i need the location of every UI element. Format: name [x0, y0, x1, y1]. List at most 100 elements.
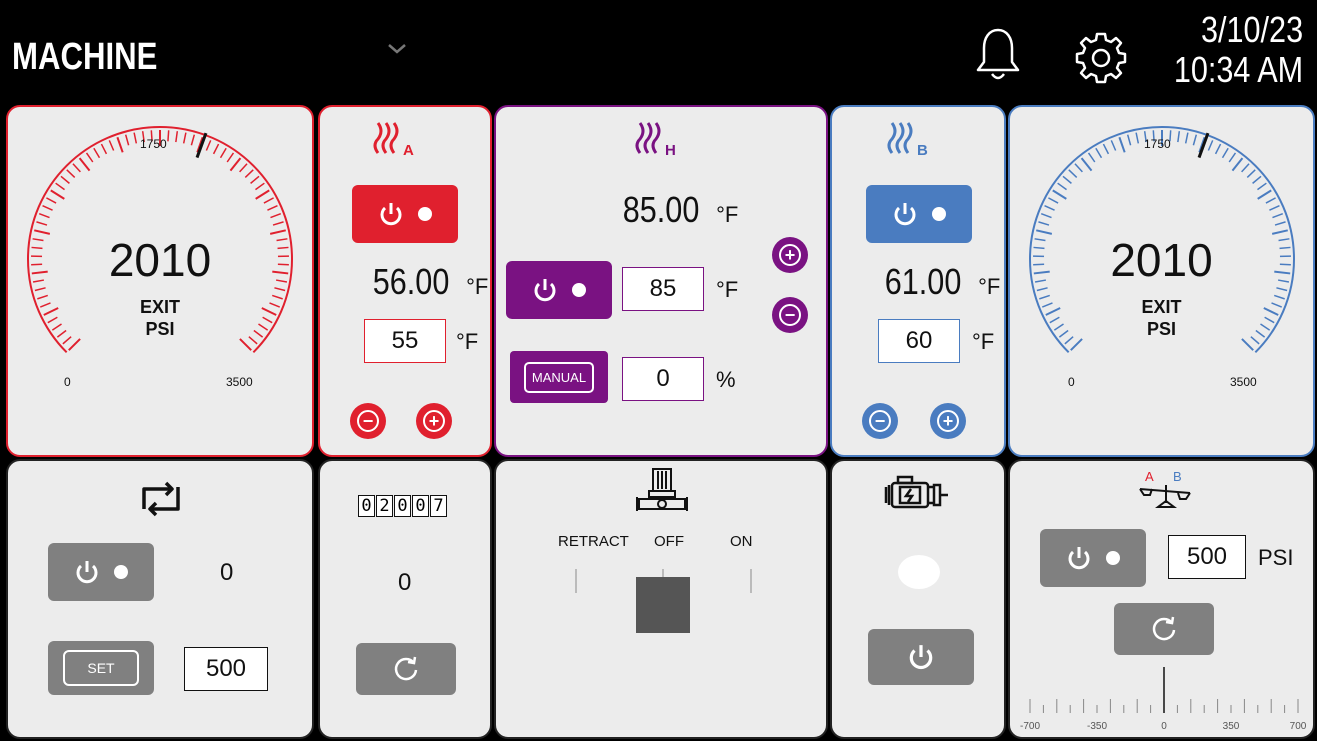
- motor-power-button[interactable]: [868, 629, 974, 685]
- power-icon: [909, 645, 933, 669]
- gauge-b-mid: 1750: [1144, 137, 1171, 151]
- heater-a-setpoint-input[interactable]: 55: [364, 319, 446, 363]
- recirc-power-button[interactable]: [48, 543, 154, 601]
- recirc-set-button[interactable]: SET: [48, 641, 154, 695]
- pump-selector-switch[interactable]: [636, 577, 690, 633]
- heater-a-decrease-button[interactable]: −: [350, 403, 386, 439]
- plus-icon: +: [779, 244, 801, 266]
- counter-card: 0 2 0 0 7 0: [318, 459, 492, 739]
- heater-a-setpoint-unit: °F: [456, 329, 479, 354]
- heater-a-power-button[interactable]: [352, 185, 458, 243]
- heater-h-temp: 85.00 °F: [616, 189, 739, 231]
- gauge-tick: [239, 163, 248, 173]
- heater-h-decrease-button[interactable]: −: [772, 297, 808, 333]
- balance-setpoint-input[interactable]: 500: [1168, 535, 1246, 579]
- status-indicator: [572, 283, 586, 297]
- gauge-a-label-psi: PSI: [145, 319, 175, 339]
- gauge-tick: [1228, 152, 1237, 163]
- datetime: 3/10/23 10:34 AM: [1174, 10, 1303, 90]
- gauge-tick: [1062, 175, 1072, 184]
- gauge-tick: [270, 212, 282, 219]
- gauge-tick: [1040, 212, 1052, 219]
- balance-reset-button[interactable]: [1114, 603, 1214, 655]
- counter-value: 0: [398, 569, 412, 596]
- motor-status-indicator: [898, 555, 940, 589]
- manual-percent-unit: %: [716, 367, 736, 392]
- pump-tick-retract: [575, 569, 577, 593]
- gauge-tick: [1257, 182, 1267, 191]
- power-icon: [76, 561, 98, 584]
- scale-label: 700: [1290, 721, 1307, 732]
- manual-percent-input[interactable]: 0: [622, 357, 704, 401]
- gauge-tick: [93, 147, 101, 159]
- gauge-b-label-exit: EXIT: [1141, 297, 1182, 317]
- scale-label: 350: [1223, 721, 1240, 732]
- gauge-tick: [255, 182, 265, 191]
- heater-h-icon: H: [635, 122, 676, 159]
- gauge-b-value: 2010: [1110, 234, 1213, 286]
- gauge-tick: [68, 338, 81, 351]
- gauge-tick: [1080, 157, 1093, 172]
- heater-h-increase-button[interactable]: +: [772, 237, 808, 273]
- gauge-tick: [1252, 175, 1262, 184]
- gauge-tick: [1272, 212, 1284, 219]
- gauge-tick: [1118, 136, 1126, 153]
- heater-h-setpoint-unit: °F: [716, 277, 739, 302]
- gauge-tick: [66, 169, 76, 178]
- gauge-needle: [195, 132, 208, 159]
- heater-h-card: H 85.00 °F 85 °F + − MANUAL 0 %: [494, 105, 828, 457]
- manual-mode-button[interactable]: MANUAL: [510, 351, 608, 403]
- gauge-tick: [274, 287, 286, 292]
- gauge-tick: [38, 212, 50, 219]
- heater-h-setpoint-input[interactable]: 85: [622, 267, 704, 311]
- machine-title[interactable]: MACHINE: [12, 36, 157, 79]
- gauge-tick: [1110, 140, 1117, 151]
- gauge-tick: [1052, 189, 1067, 200]
- pressure-balance-scale: -700 -350 0 350 700: [1020, 667, 1307, 732]
- gauge-needle: [1197, 132, 1210, 159]
- heater-h-subscript: H: [665, 142, 676, 159]
- odometer-display: 0 2 0 0 7: [358, 495, 448, 517]
- heater-b-setpoint-input[interactable]: 60: [878, 319, 960, 363]
- heater-h-power-button[interactable]: [506, 261, 612, 319]
- gauge-tick: [85, 152, 94, 163]
- gauge-tick: [1241, 163, 1250, 173]
- gauge-tick: [182, 132, 187, 144]
- gauge-a-card: 2010 EXIT PSI 0 1750 3500: [6, 105, 314, 457]
- heater-a-temp-unit: °F: [466, 274, 489, 299]
- heater-b-power-button[interactable]: [866, 185, 972, 243]
- heater-b-decrease-button[interactable]: −: [862, 403, 898, 439]
- heater-a-increase-button[interactable]: +: [416, 403, 452, 439]
- time-text: 10:34 AM: [1173, 49, 1303, 90]
- gauge-a-value: 2010: [108, 234, 212, 286]
- balance-power-button[interactable]: [1040, 529, 1146, 587]
- gauge-tick: [124, 134, 130, 146]
- chevron-down-icon[interactable]: [384, 38, 410, 60]
- gauge-tick: [239, 338, 252, 351]
- gauge-tick: [1257, 189, 1272, 200]
- gauge-tick: [244, 169, 254, 178]
- top-bar: MACHINE 3/10/23 10:34 AM: [0, 0, 1317, 103]
- gauge-tick: [1184, 132, 1189, 144]
- manual-label: MANUAL: [523, 361, 595, 393]
- balance-scale-icon: A B: [1139, 469, 1191, 508]
- recirc-set-input[interactable]: 500: [184, 647, 268, 691]
- gauge-a-mid: 1750: [140, 137, 167, 151]
- odometer-digit: 0: [412, 495, 429, 517]
- bell-icon[interactable]: [974, 24, 1022, 84]
- minus-icon: −: [869, 410, 891, 432]
- gauge-tick: [133, 132, 138, 144]
- gauge-tick: [116, 136, 124, 153]
- gauge-tick: [167, 130, 170, 142]
- counter-reset-button[interactable]: [356, 643, 456, 695]
- gear-icon[interactable]: [1066, 30, 1136, 86]
- status-indicator: [114, 565, 128, 579]
- gauge-tick: [60, 175, 70, 184]
- plus-icon: +: [423, 410, 445, 432]
- heater-b-increase-button[interactable]: +: [930, 403, 966, 439]
- refresh-icon: [1152, 616, 1176, 641]
- balance-label-b: B: [1173, 469, 1182, 484]
- gauge-tick: [212, 143, 220, 155]
- heater-h-temp-unit: °F: [716, 202, 739, 227]
- gauge-tick: [1192, 134, 1198, 146]
